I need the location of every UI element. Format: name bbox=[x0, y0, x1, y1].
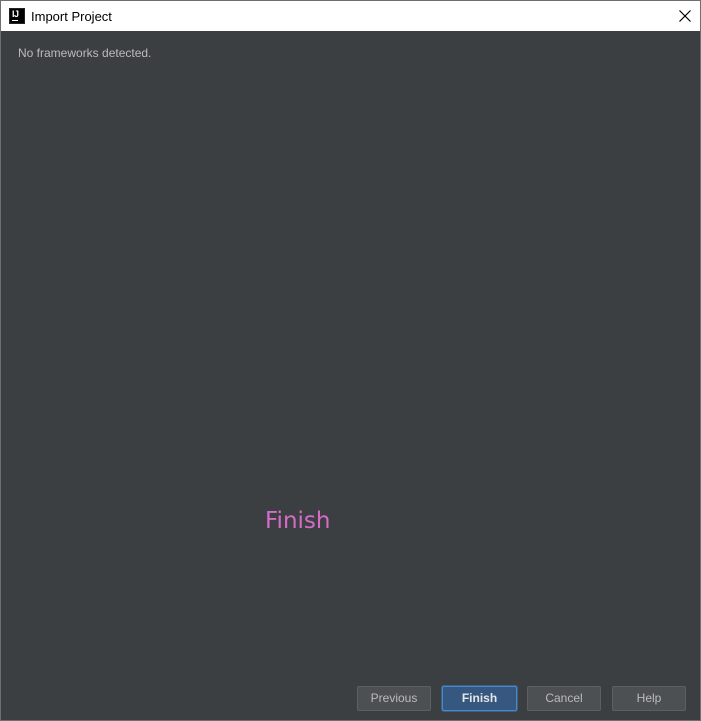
intellij-idea-icon: IJ bbox=[9, 8, 25, 24]
previous-button[interactable]: Previous bbox=[357, 686, 431, 711]
finish-button[interactable]: Finish bbox=[442, 686, 517, 711]
finish-overlay-label: Finish bbox=[265, 508, 331, 534]
cancel-button[interactable]: Cancel bbox=[527, 686, 601, 711]
title-bar[interactable]: IJ Import Project bbox=[1, 1, 700, 31]
frameworks-status-text: No frameworks detected. bbox=[18, 46, 152, 60]
close-button[interactable] bbox=[670, 1, 700, 31]
import-project-dialog: IJ Import Project No frameworks detected… bbox=[0, 0, 701, 721]
window-title: Import Project bbox=[31, 9, 112, 24]
help-button[interactable]: Help bbox=[612, 686, 686, 711]
close-icon bbox=[679, 10, 691, 22]
